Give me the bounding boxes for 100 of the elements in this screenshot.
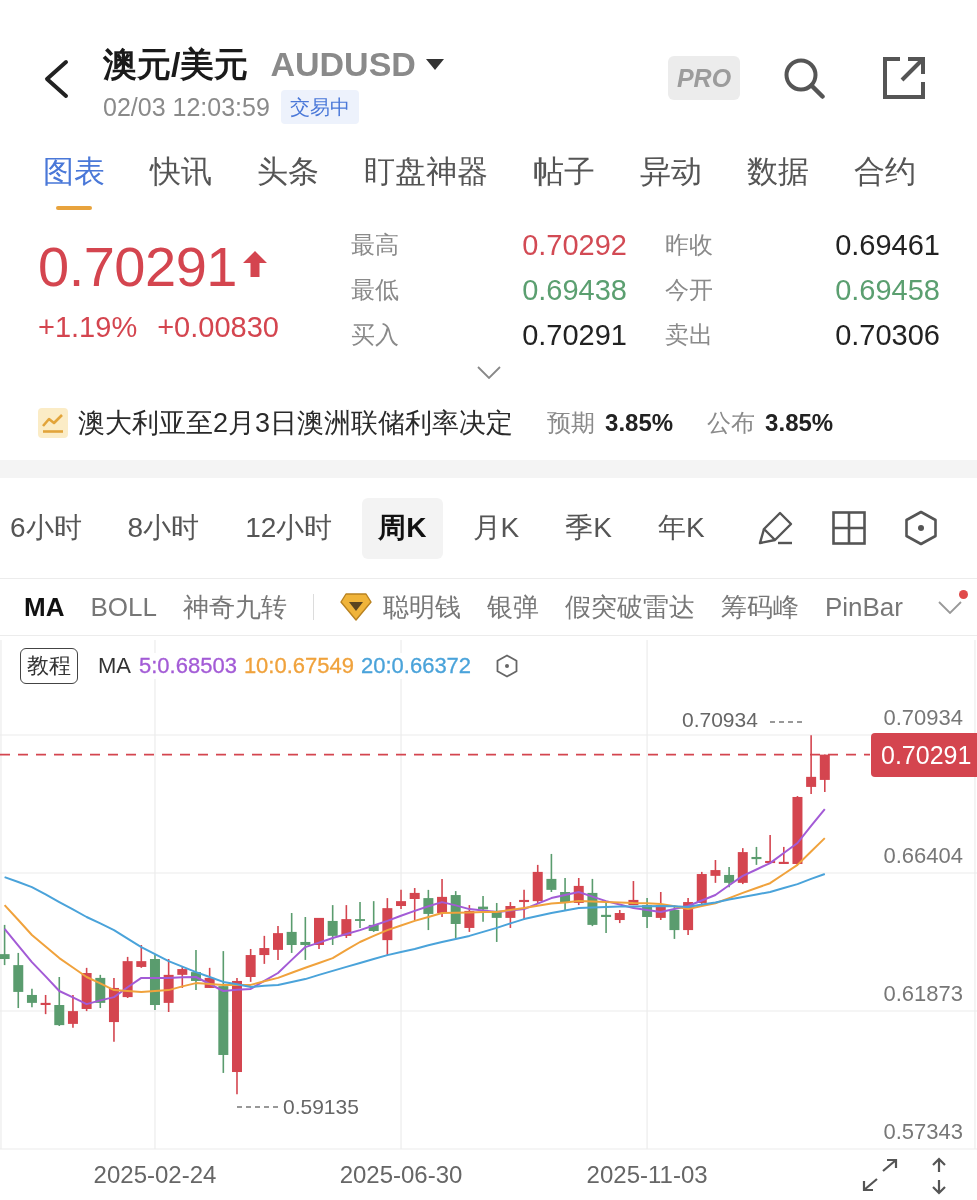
- candlestick: [464, 904, 475, 933]
- section-tab[interactable]: 头条: [257, 152, 319, 210]
- drawing-tool-icon[interactable]: [758, 510, 794, 546]
- candlestick: [122, 956, 133, 999]
- candlestick: [601, 902, 612, 934]
- price-axis-label: 0.57343: [883, 1119, 963, 1145]
- candlestick: [819, 753, 830, 793]
- stat-value: 0.69458: [835, 272, 940, 307]
- candlestick: [614, 909, 625, 924]
- back-icon[interactable]: [42, 59, 70, 99]
- candlestick: [149, 954, 160, 1011]
- section-tab[interactable]: 合约: [854, 152, 916, 210]
- candlestick: [573, 877, 584, 906]
- candlestick: [273, 925, 283, 961]
- stat-value: 0.69438: [522, 272, 627, 307]
- price-axis-label: 0.66404: [883, 843, 963, 869]
- change-amount: +0.00830: [157, 310, 279, 345]
- section-tab[interactable]: 图表: [43, 152, 105, 210]
- period-tab[interactable]: 6小时: [0, 497, 98, 559]
- chevron-down-icon[interactable]: [476, 366, 501, 379]
- search-icon[interactable]: [783, 57, 825, 99]
- period-tab[interactable]: 8小时: [111, 497, 216, 559]
- expand-icon[interactable]: [862, 1158, 898, 1192]
- candlestick: [437, 878, 448, 918]
- candlestick: [669, 904, 680, 940]
- actual-value: 3.85%: [765, 408, 834, 437]
- candlestick: [560, 877, 571, 912]
- moving-average-value: 5:0.68503: [139, 653, 237, 679]
- candlestick: [710, 859, 721, 884]
- candlestick: [54, 976, 65, 1027]
- indicator-tab[interactable]: 假突破雷达: [564, 591, 695, 623]
- section-tab[interactable]: 异动: [640, 152, 702, 210]
- indicator-tab[interactable]: PinBar: [824, 591, 903, 623]
- price-axis-label: 0.61873: [883, 981, 963, 1007]
- candlestick: [259, 935, 270, 965]
- stat-value: 0.69461: [835, 227, 940, 262]
- hexagon-icon[interactable]: [496, 654, 519, 678]
- expected-label: 预期: [547, 407, 596, 438]
- stat-value: 0.70291: [522, 317, 627, 352]
- tutorial-button[interactable]: 教程: [20, 648, 78, 684]
- stat-label: 最低: [351, 274, 399, 305]
- event-title[interactable]: 澳大利亚至2月3日澳洲联储利率决定: [78, 404, 514, 441]
- hexagon-icon[interactable]: [904, 510, 938, 546]
- indicator-tab[interactable]: 筹码峰: [720, 591, 799, 623]
- candlestick: [546, 853, 557, 893]
- section-tab[interactable]: 帖子: [533, 152, 595, 210]
- grid-layout-icon[interactable]: [832, 511, 866, 545]
- last-price: 0.70291: [38, 239, 237, 295]
- candlestick: [628, 880, 639, 906]
- indicator-tab[interactable]: 银弹: [486, 591, 539, 623]
- period-tab[interactable]: 月K: [456, 497, 536, 559]
- candlestick: [409, 887, 420, 921]
- period-tab[interactable]: 季K: [549, 497, 628, 559]
- candlestick: [491, 902, 502, 943]
- actual-label: 公布: [707, 407, 756, 438]
- indicator-tab[interactable]: 聪明钱: [382, 591, 461, 623]
- candlestick: [737, 847, 748, 885]
- diamond-icon: [339, 593, 372, 621]
- date-axis-label: 2025-02-24: [93, 1160, 217, 1190]
- candlestick: [696, 871, 707, 906]
- candlestick: [286, 912, 297, 954]
- candlestick: [655, 891, 666, 921]
- candlestick: [136, 944, 147, 969]
- candlestick: [765, 834, 776, 864]
- indicator-tab[interactable]: MA: [24, 591, 65, 623]
- period-tab[interactable]: 周K: [362, 497, 443, 559]
- candlestick: [423, 889, 434, 931]
- vertical-arrows-icon[interactable]: [930, 1157, 948, 1195]
- section-tab[interactable]: 快讯: [150, 152, 212, 210]
- candlestick: [532, 864, 543, 905]
- period-tab[interactable]: 年K: [641, 497, 721, 559]
- candlestick: [382, 897, 393, 956]
- candlestick: [13, 952, 24, 1009]
- candlestick: [396, 889, 407, 910]
- share-icon[interactable]: [883, 57, 925, 99]
- indicator-tab[interactable]: BOLL: [90, 591, 157, 623]
- price-axis-label: 0.70934: [883, 705, 963, 731]
- section-tab[interactable]: 数据: [747, 152, 809, 210]
- stat-value: 0.70306: [835, 317, 940, 352]
- candlestick: [163, 958, 174, 1013]
- chevron-down-icon[interactable]: [938, 600, 962, 614]
- last-price-tag: 0.70291: [871, 732, 977, 777]
- candlestick: [300, 916, 311, 961]
- period-tab[interactable]: 12小时: [229, 497, 349, 559]
- candlestick: [67, 994, 78, 1029]
- stat-label: 卖出: [665, 319, 713, 350]
- candlestick: [478, 895, 489, 923]
- stat-label: 最高: [351, 229, 399, 260]
- candlestick: [778, 846, 789, 865]
- candlestick: [108, 977, 119, 1043]
- date-axis-label: 2025-06-30: [339, 1160, 463, 1190]
- candlestick: [81, 967, 92, 1012]
- quote-time: 02/03 12:03:59: [103, 92, 270, 122]
- indicator-tab[interactable]: 神奇九转: [182, 591, 287, 623]
- candlestick: [642, 897, 653, 929]
- section-tab[interactable]: 盯盘神器: [364, 152, 488, 210]
- expected-value: 3.85%: [605, 408, 674, 437]
- candlestick: [792, 795, 803, 866]
- caret-down-icon[interactable]: [425, 58, 444, 70]
- candlestick: [368, 900, 379, 933]
